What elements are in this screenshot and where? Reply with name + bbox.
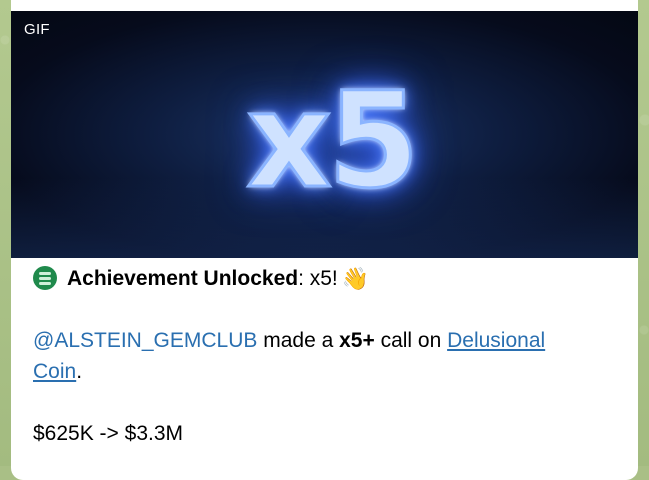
achievement-suffix: : x5! — [298, 266, 338, 290]
period-text: . — [76, 360, 83, 383]
message-bubble: GIF x5 Achievement Unlocked: x5! 👋 @ALST… — [11, 0, 638, 480]
achievement-title: Achievement Unlocked — [67, 266, 299, 290]
achievement-line: Achievement Unlocked: x5! 👋 — [33, 262, 633, 294]
user-mention-link[interactable]: @ALSTEIN_GEMCLUB — [33, 329, 257, 352]
call-on-text: call on — [374, 329, 448, 352]
range-line: $625K -> $3.3M — [33, 422, 184, 445]
waving-hand-icon: 👋 — [341, 265, 370, 291]
coin-link[interactable]: Delusional — [447, 329, 545, 352]
neon-text: x5 — [245, 64, 421, 218]
call-line: @ALSTEIN_GEMCLUB made a x5+ call on Delu… — [33, 325, 633, 387]
multiplier-text: x5+ — [339, 329, 375, 352]
gif-media[interactable]: GIF x5 — [11, 11, 638, 258]
made-a-text: made a — [257, 329, 340, 352]
solana-coin-icon — [33, 266, 57, 290]
gif-badge: GIF — [24, 21, 50, 38]
coin-link-cont[interactable]: Coin — [33, 360, 76, 383]
message-text: Achievement Unlocked: x5! 👋 @ALSTEIN_GEM… — [33, 262, 633, 449]
neon-x5-graphic: x5 — [211, 66, 451, 216]
